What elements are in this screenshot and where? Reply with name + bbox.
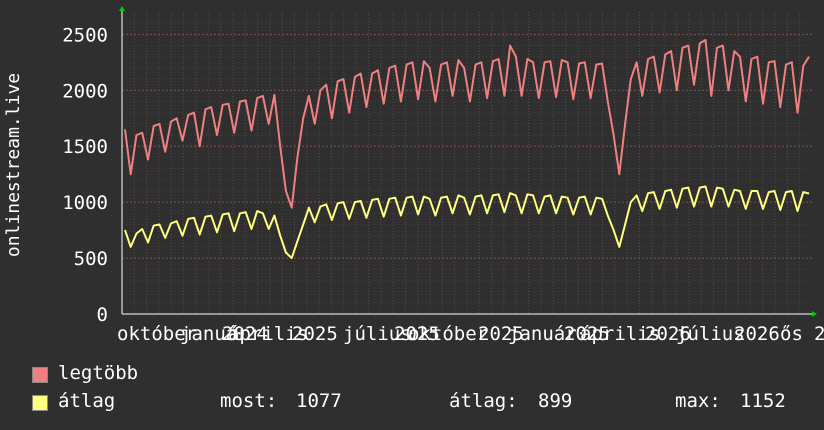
y-tick-label: 0 [97, 304, 108, 326]
stat-average-value: 899 [538, 390, 573, 412]
stat-average-label: átlag: [449, 390, 518, 412]
y-tick-label: 2500 [62, 24, 108, 46]
y-axis-arrow-icon [119, 6, 125, 11]
legend-swatch-max [32, 367, 48, 383]
y-tick-label: 500 [74, 248, 108, 270]
stat-current-label: most: [220, 390, 278, 412]
stat-max-label: max: [675, 390, 721, 412]
legend-swatch-avg [32, 395, 48, 411]
x-tick-labels: októberjanuár2024április2025 július2025ok… [117, 323, 824, 345]
x-tick-label: 2026 [734, 323, 780, 345]
y-tick-label: 1500 [62, 136, 108, 158]
y-tick-label: 2000 [62, 80, 108, 102]
x-tick-label: 2 [814, 323, 824, 345]
stat-max-value: 1152 [740, 390, 786, 412]
x-axis-arrow-icon [812, 311, 817, 317]
x-tick-label: 2025 [292, 323, 338, 345]
legend-label-max: legtöbb [58, 362, 139, 384]
x-tick-label: október [408, 323, 488, 345]
stat-current-value: 1077 [296, 390, 342, 412]
y-tick-label: 1000 [62, 192, 108, 214]
y-tick-labels: 0 500 1000 1500 2000 2500 [62, 24, 108, 326]
y-axis-label: onlinestream.live [3, 73, 24, 257]
x-tick-label: ős [780, 323, 803, 345]
legend-label-avg: átlag [58, 390, 116, 412]
